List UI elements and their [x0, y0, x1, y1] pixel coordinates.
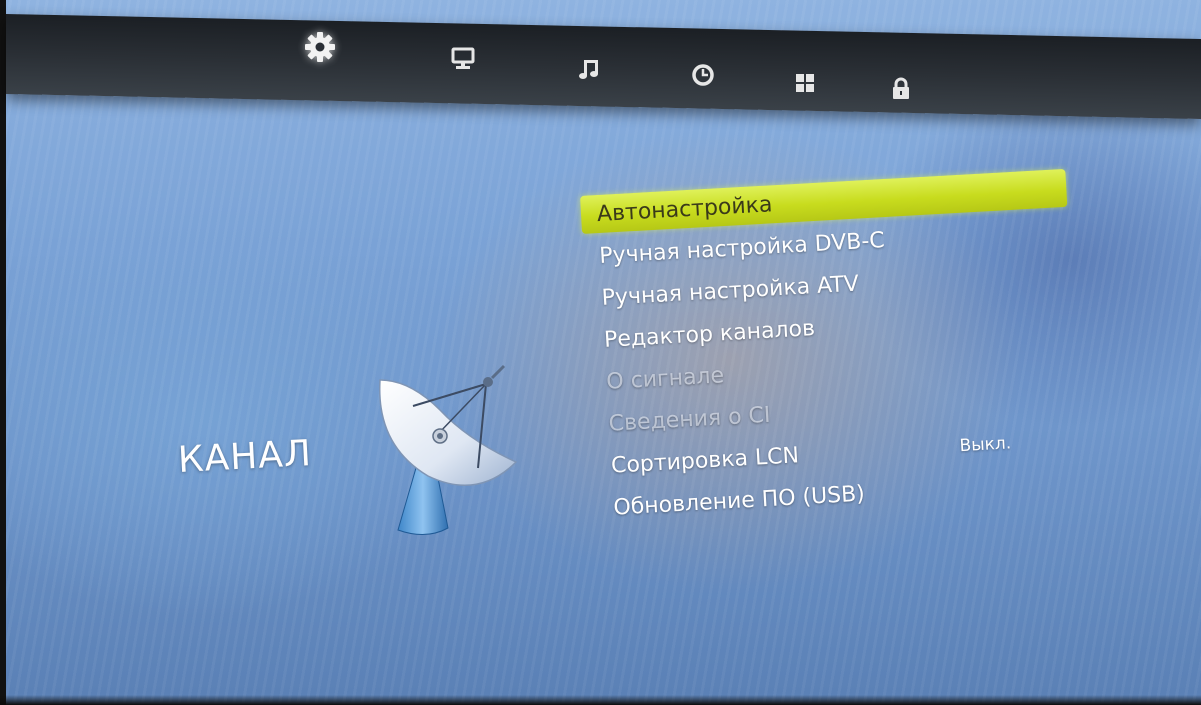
clock-icon[interactable]: [686, 58, 720, 92]
menu-item-label: Обновление ПО (USB): [612, 481, 866, 521]
gear-icon[interactable]: [303, 30, 337, 64]
bezel-bottom: [0, 695, 1201, 705]
channel-menu: Автонастройка Ручная настройка DVB-C Руч…: [580, 168, 1099, 555]
menu-item-label: Сведения о CI: [608, 402, 772, 437]
menu-item-label: Автонастройка: [596, 191, 774, 227]
tv-screen: КАНАЛ Автонастройка Ручная настройка DVB…: [0, 0, 1201, 705]
menu-item-label: Сортировка LCN: [610, 442, 800, 479]
lock-icon[interactable]: [884, 72, 918, 106]
menu-item-label: Ручная настройка ATV: [601, 271, 860, 311]
menu-item-label: Редактор каналов: [603, 315, 816, 353]
category-title: КАНАЛ: [176, 433, 313, 481]
music-note-icon[interactable]: [572, 52, 606, 86]
satellite-dish-icon: [368, 350, 538, 550]
menu-item-label: Ручная настройка DVB-C: [598, 227, 886, 269]
bezel-left: [0, 0, 6, 705]
monitor-icon[interactable]: [446, 42, 480, 76]
grid-icon[interactable]: [788, 66, 822, 100]
menu-item-label: О сигнале: [605, 362, 725, 395]
lcn-sort-value: Выкл.: [959, 433, 1012, 457]
